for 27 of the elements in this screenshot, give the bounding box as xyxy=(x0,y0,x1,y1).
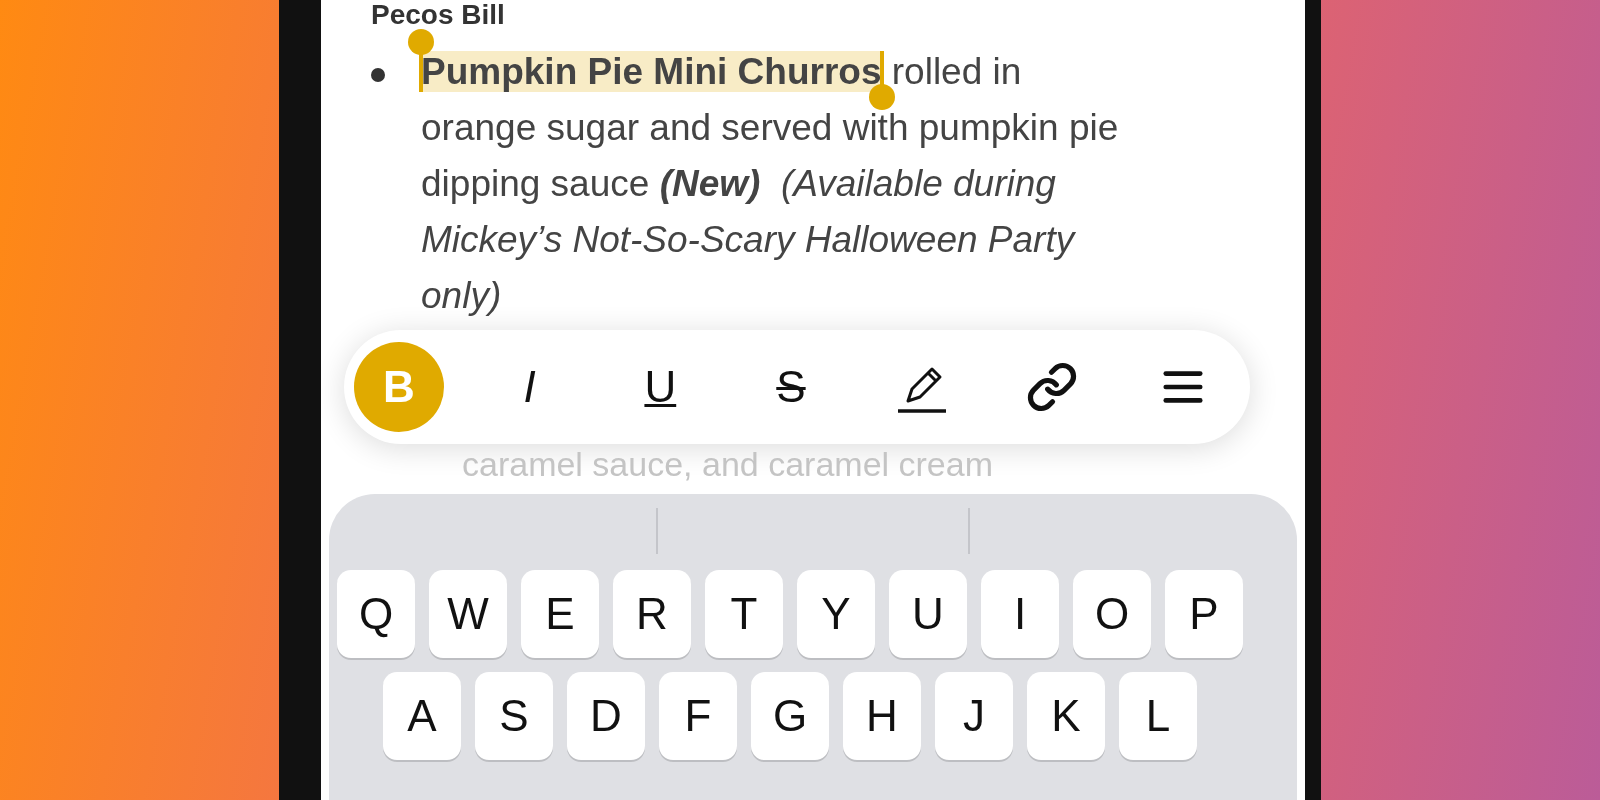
italic-button[interactable]: I xyxy=(484,342,575,432)
keyboard-key[interactable]: T xyxy=(705,570,783,658)
keyboard-key[interactable]: U xyxy=(889,570,967,658)
note-text: caramel sauce, and caramel cream xyxy=(461,446,994,482)
strikethrough-button[interactable]: S xyxy=(745,342,836,432)
link-icon xyxy=(1026,361,1079,413)
keyboard-key[interactable]: L xyxy=(1119,672,1197,760)
keyboard-key[interactable]: K xyxy=(1027,672,1105,760)
keyboard-key[interactable]: Y xyxy=(797,570,875,658)
keyboard-key[interactable]: S xyxy=(475,672,553,760)
keyboard-key[interactable]: I xyxy=(981,570,1059,658)
keyboard-key[interactable]: H xyxy=(843,672,921,760)
keyboard-key[interactable]: W xyxy=(429,570,507,658)
keyboard-key[interactable]: A xyxy=(383,672,461,760)
underline-button[interactable]: U xyxy=(615,342,706,432)
keyboard-key[interactable]: Q xyxy=(337,570,415,658)
keyboard-key[interactable]: G xyxy=(751,672,829,760)
bullet-icon xyxy=(371,68,385,82)
keyboard-key[interactable]: O xyxy=(1073,570,1151,658)
keyboard-key[interactable]: F xyxy=(659,672,737,760)
note-text: Pumpkin Pie Mini Churros rolled in orange sugar and served with pumpkin pie dipping sauce (New) (Available during Mickey’s Not-So-Scary Halloween Party only) xyxy=(421,50,1120,318)
keyboard-key[interactable]: E xyxy=(521,570,599,658)
keyboard-key[interactable]: R xyxy=(613,570,691,658)
keyboard-key[interactable]: J xyxy=(935,672,1013,760)
keyboard-key[interactable]: P xyxy=(1165,570,1243,658)
keyboard-key[interactable]: D xyxy=(567,672,645,760)
note-heading: Pecos Bill xyxy=(371,0,506,30)
